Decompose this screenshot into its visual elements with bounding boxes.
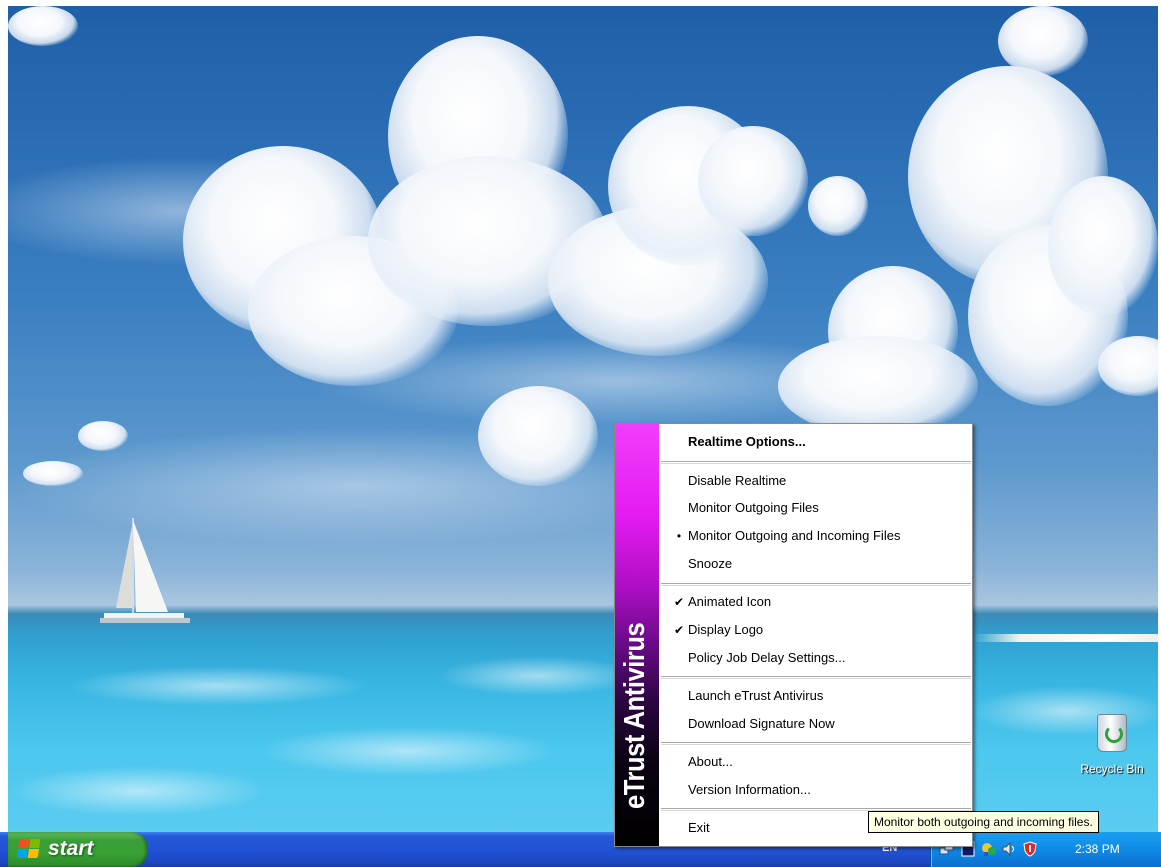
menu-item-label: Download Signature Now (688, 716, 835, 731)
menu-item-label: Animated Icon (688, 594, 772, 609)
sandbar (973, 634, 1158, 642)
menu-item-label: Version Information... (688, 782, 811, 797)
desktop-wallpaper[interactable]: Recycle Bin (8, 6, 1158, 832)
windows-logo-icon (16, 839, 42, 859)
menu-item-label: Exit (688, 820, 710, 835)
menu-item-display-logo[interactable]: ✔ Display Logo (659, 618, 972, 642)
menu-item-about[interactable]: About... (659, 750, 972, 774)
recycle-bin-label: Recycle Bin (1080, 762, 1144, 776)
etrust-context-menu: eTrust Antivirus Realtime Options... Dis… (614, 423, 973, 847)
desktop-icon-recycle-bin[interactable]: Recycle Bin (1070, 714, 1154, 788)
start-button[interactable]: start (8, 832, 148, 867)
shield-icon[interactable] (1022, 841, 1038, 857)
checkmark-icon: ✔ (673, 595, 685, 609)
clock[interactable]: 2:38 PM (1075, 842, 1120, 856)
menu-item-animated-icon[interactable]: ✔ Animated Icon (659, 590, 972, 614)
checkmark-icon: ✔ (673, 623, 685, 637)
start-label: start (48, 837, 94, 860)
menu-item-label: Snooze (688, 556, 733, 571)
speaker-icon[interactable] (1001, 841, 1017, 857)
menu-item-label: Disable Realtime (688, 473, 787, 488)
menu-item-version-information[interactable]: Version Information... (659, 778, 972, 802)
menu-item-label: Display Logo (688, 622, 764, 637)
menu-item-realtime-options[interactable]: Realtime Options... (659, 430, 972, 454)
menu-item-disable-realtime[interactable]: Disable Realtime (659, 469, 972, 493)
menu-item-snooze[interactable]: Snooze (659, 552, 972, 576)
menu-item-label: Realtime Options... (688, 434, 806, 449)
menu-separator (661, 808, 971, 810)
menu-separator (661, 461, 971, 463)
menu-item-label: Launch eTrust Antivirus (688, 688, 824, 703)
screen: Recycle Bin start EN 2:38 PM eTrust Anti… (0, 0, 1161, 867)
recycle-bin-icon (1097, 714, 1127, 752)
menu-item-launch-etrust[interactable]: Launch eTrust Antivirus (659, 684, 972, 708)
menu-item-label: Monitor Outgoing and Incoming Files (688, 528, 901, 543)
menu-banner: eTrust Antivirus (615, 424, 659, 846)
taskbar: start EN 2:38 PM (0, 832, 1161, 867)
menu-item-download-signature[interactable]: Download Signature Now (659, 712, 972, 736)
tooltip: Monitor both outgoing and incoming files… (868, 811, 1099, 833)
menu-separator (661, 676, 971, 678)
menu-banner-text: eTrust Antivirus (619, 622, 651, 809)
menu-item-label: Monitor Outgoing Files (688, 500, 819, 515)
menu-item-monitor-outgoing-incoming[interactable]: • Monitor Outgoing and Incoming Files (659, 524, 972, 548)
radio-dot-icon: • (676, 529, 682, 543)
menu-item-label: Policy Job Delay Settings... (688, 650, 846, 665)
menu-separator (661, 583, 971, 585)
menu-separator (661, 742, 971, 744)
menu-item-monitor-outgoing[interactable]: Monitor Outgoing Files (659, 496, 972, 520)
sailboat-image (100, 518, 190, 623)
menu-item-policy-job-delay[interactable]: Policy Job Delay Settings... (659, 646, 972, 670)
antivirus-icon[interactable] (981, 841, 997, 857)
menu-item-label: About... (688, 754, 733, 769)
